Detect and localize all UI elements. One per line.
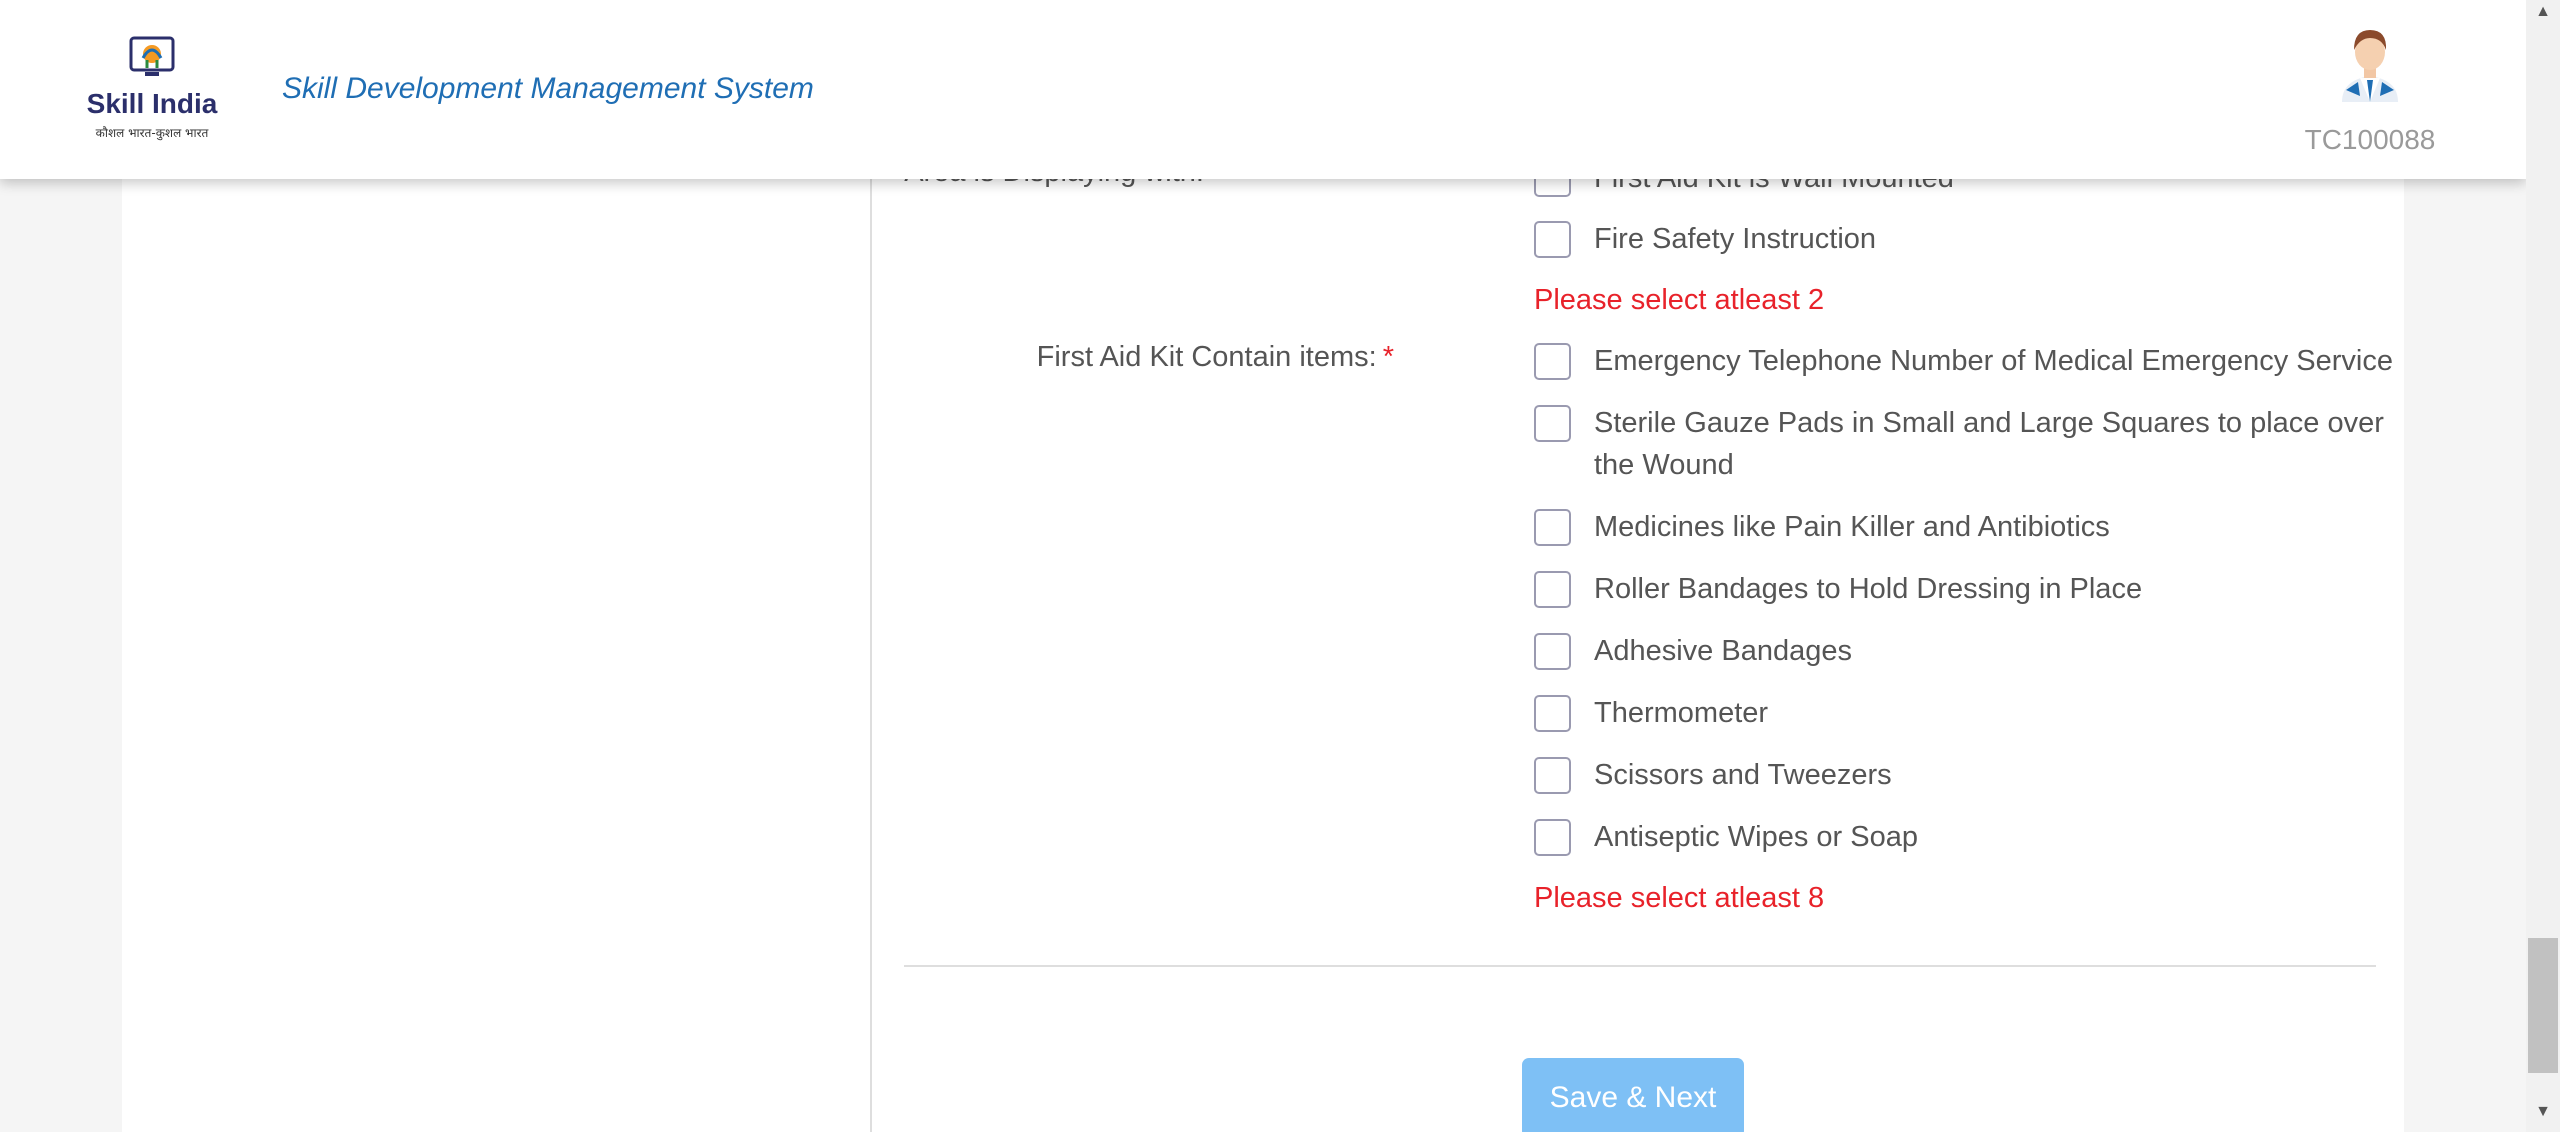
- required-mark: *: [1382, 341, 1394, 373]
- checkbox[interactable]: [1534, 571, 1571, 608]
- option-emergency-telephone[interactable]: Emergency Telephone Number of Medical Em…: [1534, 343, 2393, 382]
- app-title: Skill Development Management System: [282, 72, 814, 105]
- logo-subtitle: कौशल भारत-कुशल भारत: [95, 126, 209, 140]
- checkbox[interactable]: [1534, 509, 1571, 546]
- scroll-up-icon[interactable]: ▲: [2526, 0, 2560, 24]
- option-fire-safety[interactable]: Fire Safety Instruction: [1534, 221, 1876, 260]
- logo-mark-icon: [129, 36, 175, 76]
- page-scrollbar[interactable]: ▲ ▼: [2526, 0, 2560, 1132]
- checkbox[interactable]: [1534, 695, 1571, 732]
- user-id: TC100088: [2304, 124, 2436, 155]
- checkbox[interactable]: [1534, 819, 1571, 856]
- logo-title: Skill India: [86, 88, 218, 119]
- option-label: Scissors and Tweezers: [1594, 759, 1892, 791]
- checkbox[interactable]: [1534, 633, 1571, 670]
- app-header: Skill India कौशल भारत-कुशल भारत Skill De…: [0, 0, 2526, 179]
- error-message-2: Please select atleast 8: [1534, 882, 1825, 914]
- checkbox[interactable]: [1534, 343, 1571, 380]
- first-aid-label: First Aid Kit Contain items: *: [1037, 341, 1394, 374]
- scroll-thumb[interactable]: [2528, 938, 2558, 1073]
- checkbox[interactable]: [1534, 757, 1571, 794]
- skill-india-logo[interactable]: Skill India कौशल भारत-कुशल भारत: [82, 34, 222, 146]
- option-label: Thermometer: [1594, 697, 1769, 729]
- option-label: Medicines like Pain Killer and Antibioti…: [1594, 511, 2110, 543]
- option-antiseptic[interactable]: Antiseptic Wipes or Soap: [1534, 819, 1918, 858]
- save-next-button[interactable]: Save & Next: [1522, 1058, 1744, 1132]
- option-label: Adhesive Bandages: [1594, 635, 1852, 667]
- option-scissors[interactable]: Scissors and Tweezers: [1534, 757, 1892, 796]
- first-aid-label-text: First Aid Kit Contain items:: [1036, 341, 1377, 373]
- option-label: Roller Bandages to Hold Dressing in Plac…: [1594, 573, 2143, 605]
- option-adhesive-bandages[interactable]: Adhesive Bandages: [1534, 633, 1852, 672]
- option-medicines[interactable]: Medicines like Pain Killer and Antibioti…: [1534, 509, 2110, 548]
- option-label: Fire Safety Instruction: [1594, 223, 1877, 255]
- checkbox[interactable]: [1534, 405, 1571, 442]
- option-label: Antiseptic Wipes or Soap: [1594, 821, 1918, 853]
- option-label: Emergency Telephone Number of Medical Em…: [1594, 345, 2393, 377]
- option-thermometer[interactable]: Thermometer: [1534, 695, 1768, 734]
- checkbox[interactable]: [1534, 221, 1571, 258]
- user-avatar-icon[interactable]: [2334, 26, 2406, 102]
- error-message-1: Please select atleast 2: [1534, 284, 1825, 316]
- scroll-down-icon[interactable]: ▼: [2526, 1100, 2560, 1124]
- divider: [904, 965, 2376, 967]
- option-label: Sterile Gauze Pads in Small and Large Sq…: [1594, 407, 2384, 481]
- option-roller-bandages[interactable]: Roller Bandages to Hold Dressing in Plac…: [1534, 571, 2142, 610]
- option-sterile-gauze[interactable]: Sterile Gauze Pads in Small and Large Sq…: [1534, 405, 2404, 486]
